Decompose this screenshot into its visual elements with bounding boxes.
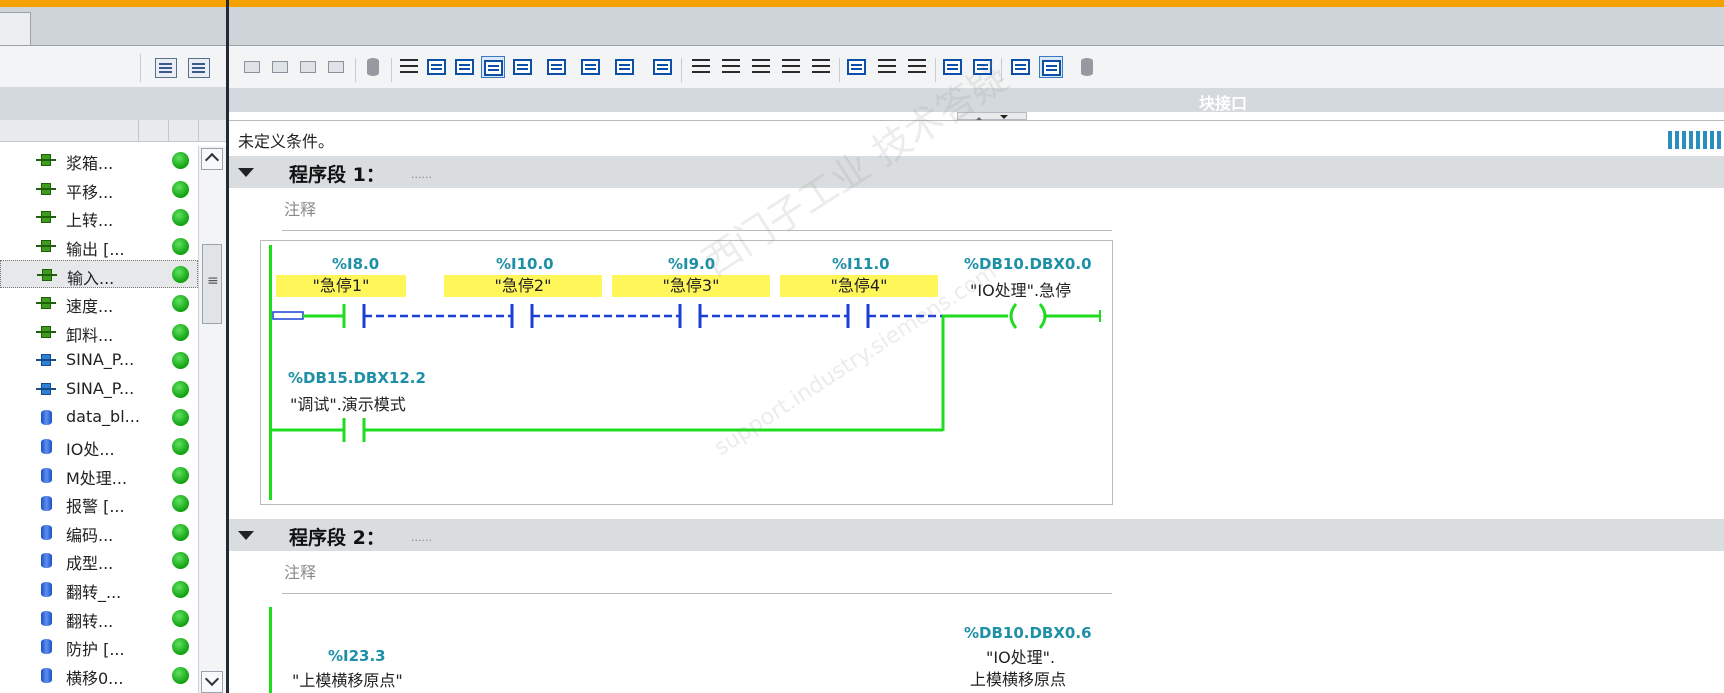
n2-contact-address[interactable]: %I23.3 [328,647,386,665]
collapse-network-icon[interactable] [238,531,254,540]
network-2-comment[interactable]: 注释 [282,553,1112,594]
n2-coil-tag-line1[interactable]: "IO处理". [986,644,1055,668]
n2-coil-tag-line2[interactable]: 上模横移原点 [970,666,1066,690]
branch-contact-address[interactable]: %DB15.DBX12.2 [288,369,426,387]
contact-4-address[interactable]: %I11.0 [832,255,890,273]
n2-coil-address[interactable]: %DB10.DBX0.6 [964,624,1092,642]
contact-2-address[interactable]: %I10.0 [496,255,554,273]
branch-contact-tag[interactable]: "调试".演示模式 [290,391,406,415]
n2-contact-tag[interactable]: "上模横移原点" [292,667,403,691]
network-2-header[interactable]: 程序段 2： ...... [229,519,1724,551]
network-2-title-value[interactable]: ...... [411,531,432,544]
contact-1-address[interactable]: %I8.0 [332,255,379,273]
network-2-comment-text: 注释 [284,563,317,582]
network-2-title: 程序段 2： [289,527,385,549]
contact-2-tag[interactable]: "急停2" [444,275,602,297]
power-flow-marker [272,311,304,320]
contact-3-tag[interactable]: "急停3" [612,275,770,297]
contact-1-tag[interactable]: "急停1" [276,275,406,297]
power-rail [269,607,272,693]
contact-4-tag[interactable]: "急停4" [780,275,938,297]
